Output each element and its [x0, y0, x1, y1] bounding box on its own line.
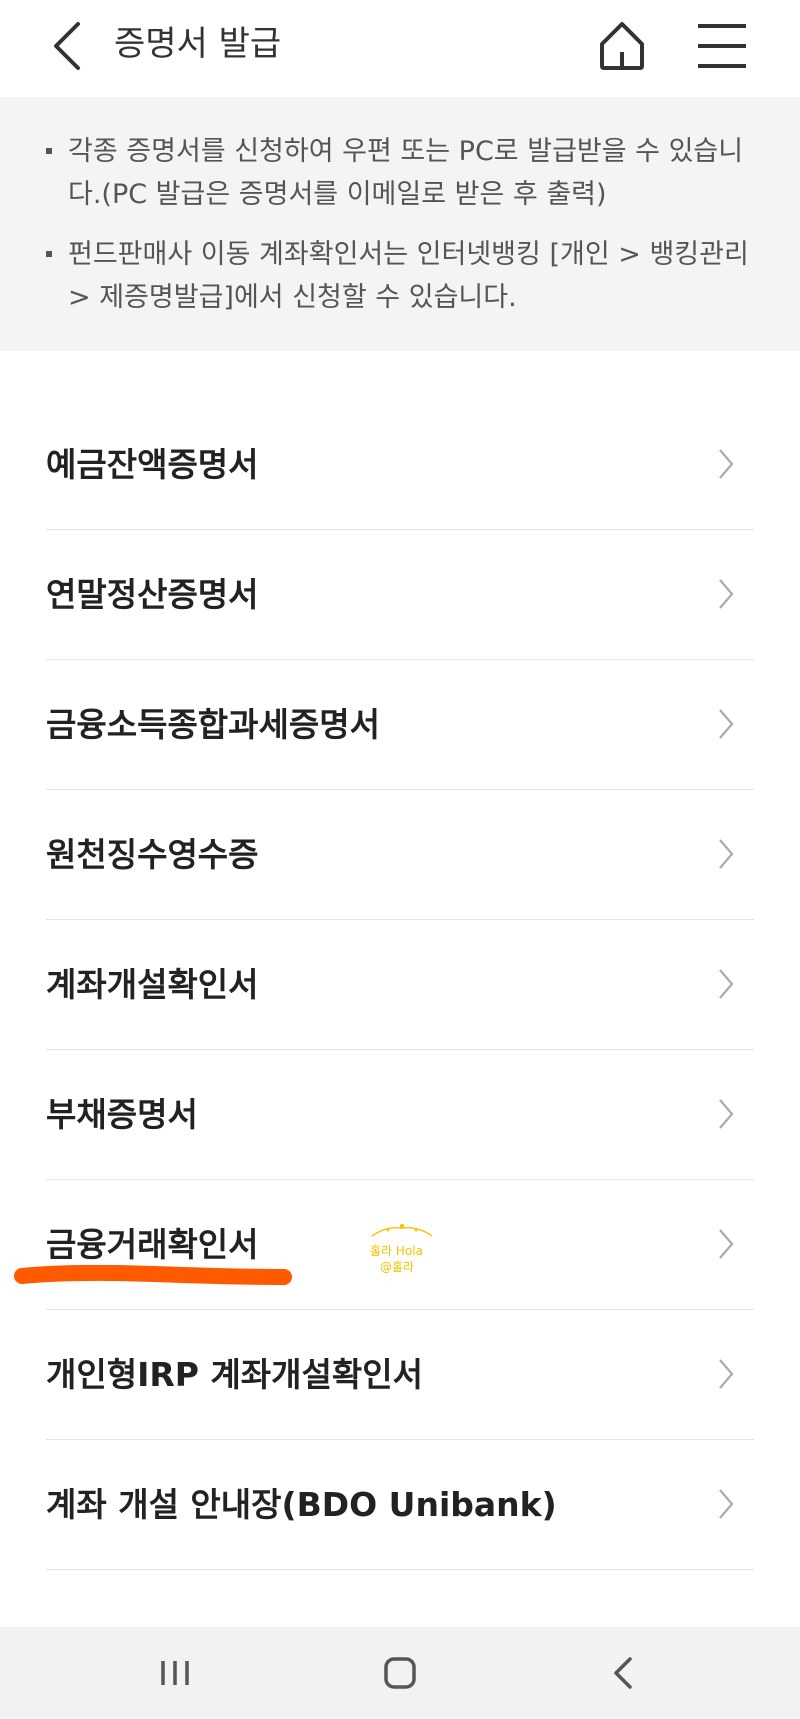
- chevron-right-icon: [719, 449, 734, 479]
- watermark-line: 홀라 Hola: [370, 1244, 423, 1258]
- square-home-icon: [384, 1657, 416, 1689]
- certificate-item-withholding-receipt[interactable]: 원천징수영수증: [46, 790, 754, 920]
- system-home-button[interactable]: [380, 1651, 420, 1695]
- menu-button[interactable]: [690, 16, 754, 76]
- home-icon: [600, 22, 644, 70]
- chevron-right-icon: [719, 1359, 734, 1389]
- certificate-item-financial-income-tax[interactable]: 금융소득종합과세증명서: [46, 660, 754, 790]
- recent-apps-button[interactable]: [155, 1651, 195, 1695]
- chevron-right-icon: [719, 1229, 734, 1259]
- notice-panel: 각종 증명서를 신청하여 우편 또는 PC로 발급받을 수 있습니다.(PC 발…: [0, 97, 800, 351]
- bullet-icon: [46, 148, 52, 154]
- highlight-underline: [14, 1265, 292, 1285]
- back-arrow-icon: [614, 1657, 632, 1689]
- crown-icon: [371, 1224, 433, 1237]
- recent-apps-icon: [161, 1661, 189, 1685]
- system-back-button[interactable]: [604, 1651, 644, 1695]
- certificate-item-account-opening[interactable]: 계좌개설확인서: [46, 920, 754, 1050]
- chevron-right-icon: [719, 839, 734, 869]
- certificate-item-irp-account[interactable]: 개인형IRP 계좌개설확인서: [46, 1310, 754, 1440]
- back-button[interactable]: [40, 14, 100, 78]
- notice-item: 펀드판매사 이동 계좌확인서는 인터넷뱅킹 [개인 > 뱅킹관리 > 제증명발급…: [44, 233, 754, 319]
- home-button[interactable]: [590, 14, 654, 78]
- certificate-item-debt[interactable]: 부채증명서: [46, 1050, 754, 1180]
- certificate-item-account-guide-bdo[interactable]: 계좌 개설 안내장(BDO Unibank): [46, 1440, 754, 1570]
- hamburger-menu-icon: [698, 24, 746, 68]
- watermark: 홀라 Hola @홀라: [366, 1222, 438, 1276]
- chevron-right-icon: [719, 579, 734, 609]
- page-title: 증명서 발급: [114, 24, 282, 64]
- watermark-line: @홀라: [380, 1260, 415, 1274]
- chevron-left-icon: [54, 22, 80, 70]
- certificate-list: 예금잔액증명서 연말정산증명서 금융소득종합과세증명서 원천징수영수증 계좌개설…: [0, 400, 800, 1570]
- chevron-right-icon: [719, 709, 734, 739]
- chevron-right-icon: [719, 1099, 734, 1129]
- certificate-item-deposit-balance[interactable]: 예금잔액증명서: [46, 400, 754, 530]
- chevron-right-icon: [719, 1489, 734, 1519]
- certificate-item-year-end-tax[interactable]: 연말정산증명서: [46, 530, 754, 660]
- system-navigation-bar: [0, 1627, 800, 1719]
- chevron-right-icon: [719, 969, 734, 999]
- bullet-icon: [46, 251, 52, 257]
- notice-item: 각종 증명서를 신청하여 우편 또는 PC로 발급받을 수 있습니다.(PC 발…: [44, 130, 754, 216]
- top-app-bar: 증명서 발급: [0, 0, 800, 97]
